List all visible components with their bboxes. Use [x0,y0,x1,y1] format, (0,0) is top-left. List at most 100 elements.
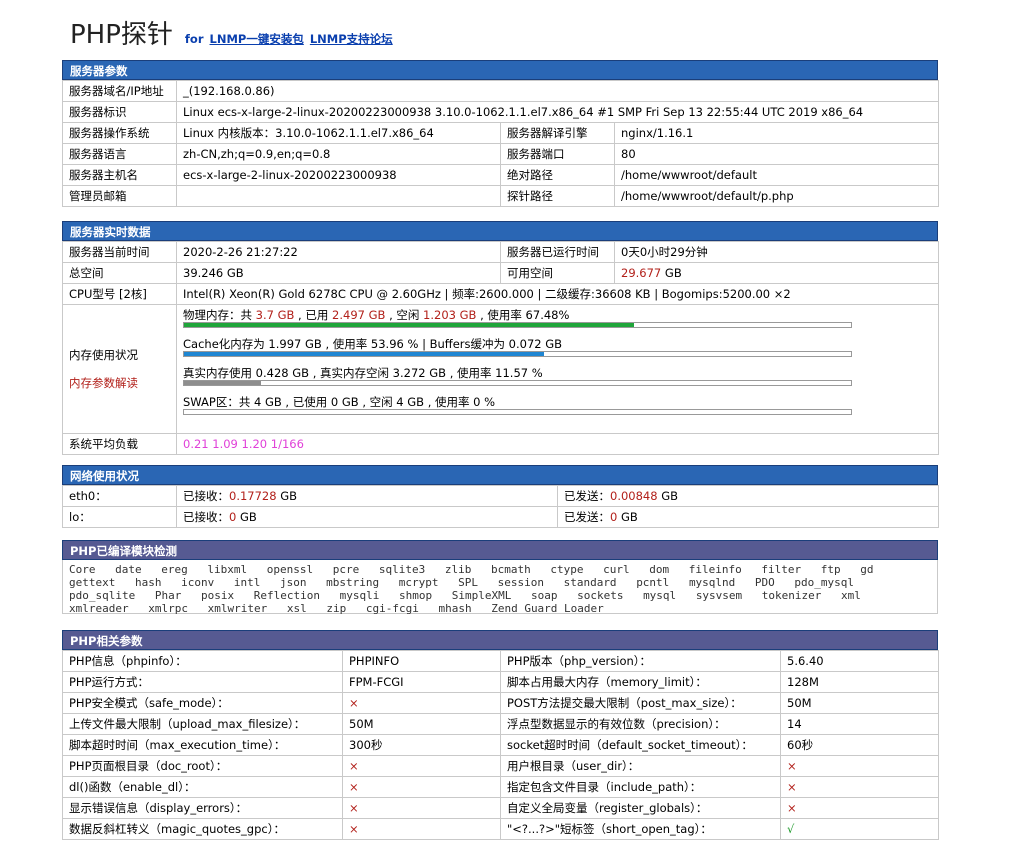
module-item: libxml [207,563,248,576]
row-label: 服务器语言 [62,143,177,165]
param-value: × [342,797,501,819]
free-space-unit: GB [661,266,682,280]
table-row: 服务器语言 zh-CN,zh;q=0.9,en;q=0.8 服务器端口 80 [62,143,940,165]
lnmp-install-link[interactable]: LNMP一键安装包 [210,32,304,46]
module-item: SimpleXML [451,589,512,602]
module-item: tokenizer [761,589,822,602]
param-label: 指定包含文件目录（include_path）： [500,776,781,798]
load-average: 0.21 1.09 1.20 1/166 [176,433,939,455]
sent-label: 已发送： [564,510,610,524]
module-item: posix [200,589,235,602]
table-row: 服务器主机名 ecs-x-large-2-linux-2020022300093… [62,164,940,186]
param-value: × [342,818,501,840]
module-item: pdo_sqlite [69,589,136,602]
module-item: shmop [398,589,433,602]
param-label: 脚本超时时间（max_execution_time）： [62,734,343,756]
module-item: xsl [286,602,307,615]
param-value: 60秒 [780,734,939,756]
param-value: 14 [780,713,939,735]
param-value: 128M [780,671,939,693]
network-section: 网络使用状况 eth0： 已接收：0.17728 GB 已发送：0.00848 … [62,465,939,528]
row-label: 服务器域名/IP地址 [62,80,177,102]
param-value: √ [780,818,939,840]
physical-memory-fill [184,323,635,327]
table-row: 管理员邮箱 探针路径 /home/wwwroot/default/p.php [62,185,940,207]
swap-bar [183,409,852,415]
param-label: PHP页面根目录（doc_root）： [62,755,343,777]
module-item: dom [649,563,670,576]
row-value: zh-CN,zh;q=0.9,en;q=0.8 [176,143,501,165]
table-row: 总空间 39.246 GB 可用空间 29.677 GB [62,262,939,284]
module-item: pcre [332,563,360,576]
module-item: sqlite3 [378,563,426,576]
module-item: Phar [154,589,182,602]
table-row: CPU型号 [2核] Intel(R) Xeon(R) Gold 6278C C… [62,283,939,305]
received-value: 0.17728 [229,489,277,503]
param-label: 显示错误信息（display_errors）： [62,797,343,819]
php-params-table: PHP信息（phpinfo）： PHPINFO PHP版本（php_version）… [62,650,939,840]
table-row: 脚本超时时间（max_execution_time）： 300秒 socket超时时… [62,734,939,756]
phys-text-b: , 已用 [294,308,333,322]
memory-help-link[interactable]: 内存参数解读 [69,375,170,391]
param-label: 上传文件最大限制（upload_max_filesize）： [62,713,343,735]
table-row: 显示错误信息（display_errors）： × 自定义全局变量（register… [62,797,939,819]
phys-text-a: 物理内存：共 [183,308,256,322]
uptime: 0天0小时29分钟 [614,241,939,263]
row-label: 系统平均负载 [62,433,177,455]
table-row: 数据反斜杠转义（magic_quotes_gpc）： × "<?...?>"短标签（… [62,818,939,840]
module-item: hash [134,576,162,589]
phys-text-d: , 使用率 67.48% [476,308,570,322]
real-memory-text: 真实内存使用 0.428 GB , 真实内存空闲 3.272 GB , 使用率 … [183,366,543,380]
param-label: dl()函数（enable_dl）： [62,776,343,798]
module-item: mhash [438,602,472,615]
module-item: xmlwriter [207,602,268,615]
received: 已接收：0 GB [176,506,558,528]
sent-unit: GB [617,510,638,524]
memory-usage-cell: 物理内存：共 3.7 GB , 已用 2.497 GB , 空闲 1.203 G… [176,304,939,434]
table-row: 上传文件最大限制（upload_max_filesize）： 50M 浮点型数据显示… [62,713,939,735]
module-item: pdo_mysql [794,576,855,589]
param-value: 50M [342,713,501,735]
physical-memory-bar [183,322,852,328]
module-item: xmlrpc [148,602,188,615]
table-row: PHP信息（phpinfo）： PHPINFO PHP版本（php_version）… [62,650,939,672]
param-label: 自定义全局变量（register_globals）： [500,797,781,819]
param-label: PHP运行方式： [62,671,343,693]
current-time: 2020-2-26 21:27:22 [176,241,501,263]
param-label: 用户根目录（user_dir）： [500,755,781,777]
realtime-table: 服务器当前时间 2020-2-26 21:27:22 服务器已运行时间 0天0小… [62,241,939,455]
module-item: Reflection [253,589,320,602]
param-label: "<?...?>"短标签（short_open_tag）： [500,818,781,840]
row-label: 管理员邮箱 [62,185,177,207]
row-value: Linux ecs-x-large-2-linux-20200223000938… [175,101,940,123]
module-item: ereg [161,563,188,576]
module-item: curl [603,563,630,576]
module-item: SPL [458,576,478,589]
page-header: PHP探针 for LNMP一键安装包 LNMP支持论坛 [70,14,393,54]
row-label: 服务器标识 [62,101,177,123]
free-space-value: 29.677 [621,266,662,280]
row-label: 服务器端口 [500,143,615,165]
module-item: sockets [577,589,624,602]
param-value[interactable]: PHPINFO [342,650,501,672]
row-value: /home/wwwroot/default/p.php [613,185,940,207]
param-value: × [780,755,939,777]
module-item: pcntl [636,576,670,589]
module-item: mysqli [339,589,380,602]
module-item: openssl [266,563,314,576]
param-value: × [780,776,939,798]
header-subtitle: for LNMP一键安装包 LNMP支持论坛 [185,31,393,47]
table-row: PHP页面根目录（doc_root）： × 用户根目录（user_dir）： × [62,755,939,777]
cache-memory-bar [183,351,852,357]
lnmp-forum-link[interactable]: LNMP支持论坛 [310,32,393,46]
module-item: zip [326,602,347,615]
table-row: 服务器操作系统 Linux 内核版本：3.10.0-1062.1.1.el7.x… [62,122,940,144]
module-item: PDO [754,576,775,589]
row-label: 绝对路径 [500,164,615,186]
module-item: filter [761,563,802,576]
param-label: POST方法提交最大限制（post_max_size）： [500,692,781,714]
module-item: mysqlnd [688,576,736,589]
row-label: CPU型号 [2核] [62,283,177,305]
param-value: 50M [780,692,939,714]
received-label: 已接收： [183,489,229,503]
